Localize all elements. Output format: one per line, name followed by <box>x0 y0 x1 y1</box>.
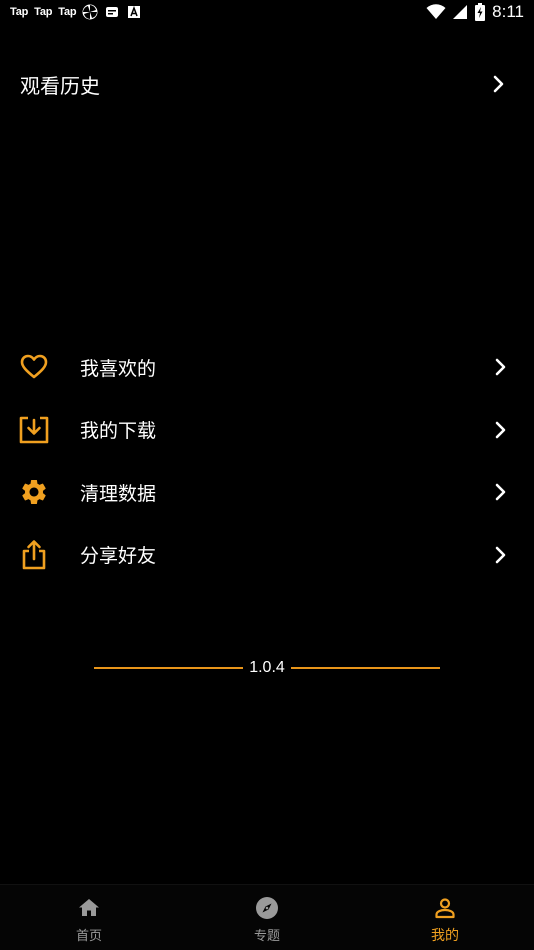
download-icon <box>18 414 50 446</box>
chevron-right-icon <box>488 355 512 379</box>
divider-line-right <box>290 667 440 669</box>
menu-label-downloads: 我的下载 <box>80 420 157 443</box>
pinwheel-icon <box>82 4 98 20</box>
nav-label-home: 首页 <box>75 929 102 944</box>
heart-icon <box>18 351 50 383</box>
menu-list: 我喜欢的 我的下载 清理数据 分享好友 <box>0 336 534 586</box>
status-bar: Tap Tap Tap 8:11 <box>0 0 534 28</box>
watch-history-row[interactable]: 观看历史 <box>0 60 534 108</box>
menu-item-clear-data[interactable]: 清理数据 <box>0 461 534 524</box>
menu-label-share: 分享好友 <box>80 545 157 568</box>
nav-label-mine: 我的 <box>431 928 459 944</box>
divider-line-left <box>94 667 244 669</box>
status-left: Tap Tap Tap <box>10 4 142 20</box>
nav-tab-home[interactable]: 首页 <box>0 885 178 950</box>
gear-icon <box>18 476 50 508</box>
chevron-right-icon <box>488 543 512 567</box>
menu-label-favorites: 我喜欢的 <box>80 357 157 380</box>
menu-item-downloads[interactable]: 我的下载 <box>0 399 534 462</box>
chevron-right-icon <box>488 480 512 504</box>
menu-item-favorites[interactable]: 我喜欢的 <box>0 336 534 399</box>
wifi-icon <box>426 4 446 20</box>
nav-tab-mine[interactable]: 我的 <box>356 885 534 950</box>
message-icon <box>104 4 120 20</box>
compass-icon <box>254 895 280 921</box>
version-text: 1.0.4 <box>249 659 285 676</box>
person-icon <box>432 895 458 921</box>
home-icon <box>76 895 102 921</box>
watch-history-label: 观看历史 <box>20 73 100 98</box>
tap-notification-3: Tap <box>58 6 77 18</box>
nav-tab-topics[interactable]: 专题 <box>178 885 356 950</box>
menu-label-clear-data: 清理数据 <box>80 482 157 505</box>
tap-notification-2: Tap <box>34 6 53 18</box>
chevron-right-icon <box>486 72 510 96</box>
signal-icon <box>452 4 468 20</box>
bottom-nav: 首页 专题 我的 <box>0 884 534 950</box>
status-right: 8:11 <box>426 2 524 22</box>
share-icon <box>18 539 50 571</box>
chevron-right-icon <box>488 418 512 442</box>
tap-notification-1: Tap <box>10 6 29 18</box>
version-divider: 1.0.4 <box>94 656 440 680</box>
clock: 8:11 <box>492 2 524 21</box>
font-a-icon <box>126 4 142 20</box>
nav-label-topics: 专题 <box>253 929 280 944</box>
battery-charging-icon <box>474 3 486 21</box>
menu-item-share[interactable]: 分享好友 <box>0 524 534 587</box>
